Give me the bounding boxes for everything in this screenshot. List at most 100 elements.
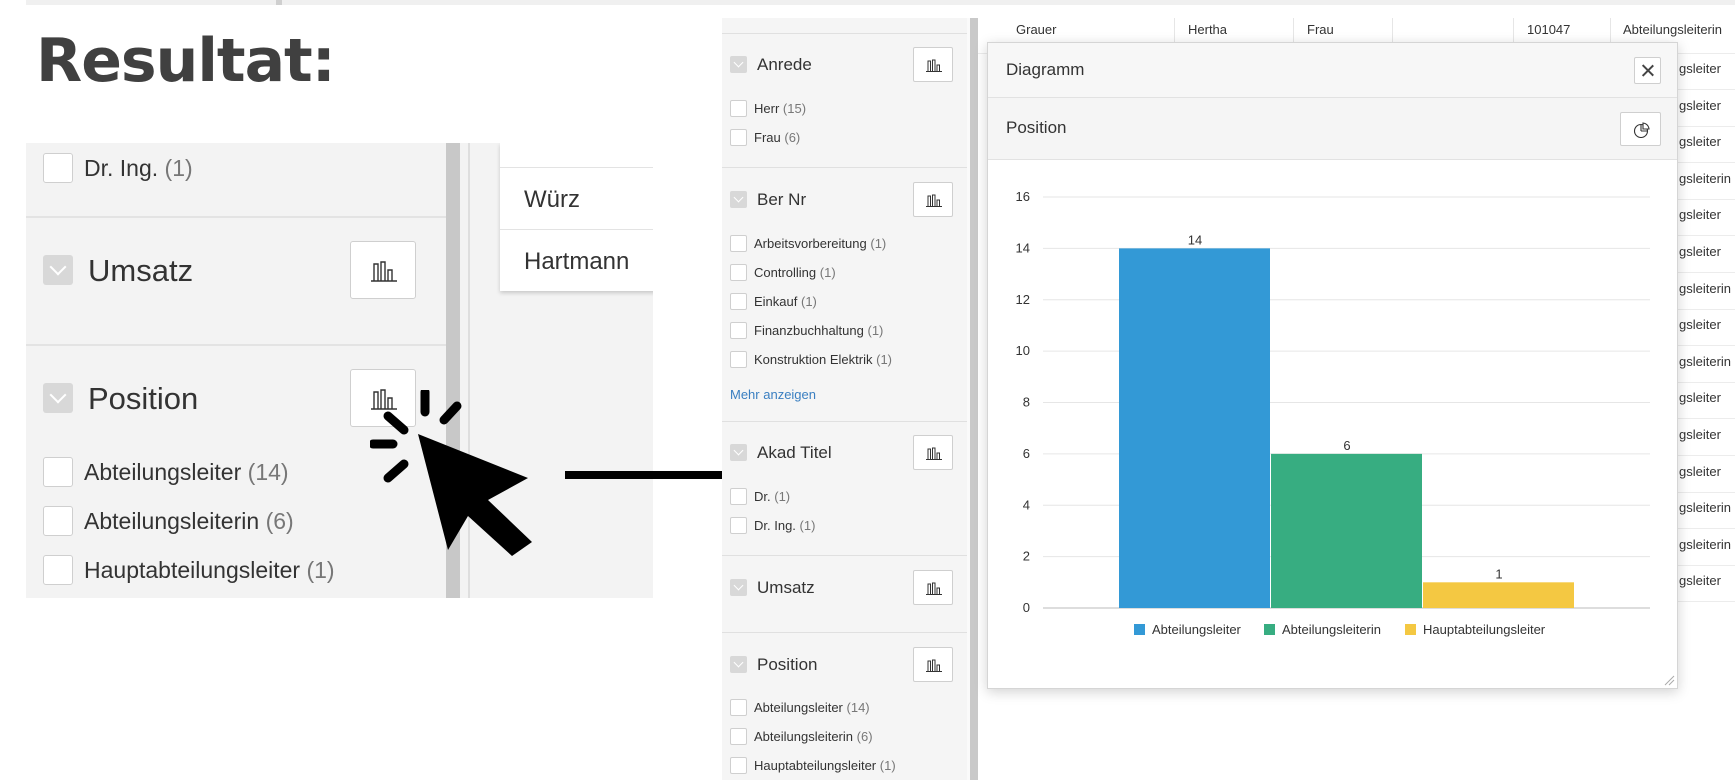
panel-scrollbar[interactable]	[970, 18, 978, 780]
chart-dialog: Diagramm Position 0 2 4 6 8 10 12 14 16 14 6 1 Abtei…	[987, 42, 1678, 689]
zoom-checkbox-abteilungsleiter[interactable]	[43, 457, 73, 487]
zoom-checkbox-dr-ing[interactable]	[43, 153, 73, 183]
option-count: (6)	[856, 729, 873, 744]
zoom-card-wurz[interactable]: Würz	[500, 167, 653, 229]
checkbox-einkauf[interactable]	[730, 293, 747, 310]
option-count: (1)	[870, 236, 887, 251]
chart-button-ber-nr[interactable]	[913, 182, 953, 217]
option-label: Frau	[754, 130, 781, 145]
checkbox-frau[interactable]	[730, 129, 747, 146]
checkbox-dr[interactable]	[730, 488, 747, 505]
collapse-anrede[interactable]	[730, 56, 747, 73]
checkbox-konstruktion-elektrik[interactable]	[730, 351, 747, 368]
option-label: Konstruktion Elektrik	[754, 352, 873, 367]
checkbox-dr-ing[interactable]	[730, 517, 747, 534]
top-strip-tick	[276, 0, 282, 5]
cell-position: gsleiter	[1677, 91, 1735, 127]
option-label: Controlling	[754, 265, 817, 280]
y-tick-label: 14	[1016, 240, 1030, 255]
bar-chart-icon	[371, 261, 397, 282]
bar-chart-icon	[926, 582, 942, 595]
chart-button-anrede[interactable]	[913, 47, 953, 82]
option-label: Abteilungsleiter	[84, 459, 242, 485]
checkbox-hauptabteilungsleiter[interactable]	[730, 757, 747, 774]
option-label: Dr. Ing.	[754, 518, 796, 533]
dialog-header: Diagramm	[988, 43, 1677, 98]
zoom-facet-title-umsatz: Umsatz	[88, 253, 194, 288]
zoom-checkbox-abteilungsleiterin[interactable]	[43, 506, 73, 536]
checkbox-abteilungsleiterin[interactable]	[730, 728, 747, 745]
chart-button-position[interactable]	[913, 647, 953, 682]
page-title: Resultat:	[36, 26, 336, 96]
chart-button-akad-titel[interactable]	[913, 435, 953, 470]
facet-title-position: Position	[757, 655, 818, 674]
cell-first-name: Hertha	[1188, 22, 1228, 37]
option-count: (1)	[867, 323, 884, 338]
pie-chart-button[interactable]	[1620, 112, 1661, 146]
checkbox-arbeitsvorbereitung[interactable]	[730, 235, 747, 252]
show-more-link[interactable]: Mehr anzeigen	[730, 387, 816, 402]
y-tick-label: 10	[1016, 343, 1030, 358]
zoom-chart-button-umsatz[interactable]	[350, 241, 416, 299]
legend-label: Abteilungsleiter	[1152, 622, 1242, 637]
bar-hauptabteilungsleiter	[1423, 582, 1574, 608]
collapse-ber-nr[interactable]	[730, 191, 747, 208]
facet-panel: Anrede Herr (15) Frau (6) Ber Nr Arbeits…	[722, 18, 967, 780]
zoom-option-hauptabteilungsleiter: Hauptabteilungsleiter (1)	[84, 557, 335, 584]
legend-swatch	[1134, 624, 1145, 635]
y-tick-label: 4	[1023, 497, 1030, 512]
option-label: Finanzbuchhaltung	[754, 323, 864, 338]
close-icon[interactable]	[1634, 57, 1661, 84]
collapse-position[interactable]	[730, 656, 747, 673]
collapse-umsatz[interactable]	[730, 579, 747, 596]
cell-position: gsleiter	[1677, 457, 1735, 493]
cell-position: gsleiterin	[1677, 347, 1735, 383]
checkbox-controlling[interactable]	[730, 264, 747, 281]
cell-position: gsleiterin	[1677, 274, 1735, 310]
option-count: (1)	[306, 557, 335, 583]
cell-name: Grauer	[1016, 22, 1057, 37]
option-dr-ing: Dr. Ing. (1)	[754, 518, 815, 533]
option-controlling: Controlling (1)	[754, 265, 836, 280]
option-count: (1)	[799, 518, 816, 533]
option-dr: Dr. (1)	[754, 489, 790, 504]
divider	[26, 344, 446, 346]
cell-position: Abteilungsleiterin	[1623, 22, 1723, 37]
y-tick-label: 2	[1023, 549, 1030, 564]
bar-chart-icon	[926, 59, 942, 72]
bar-chart: 0 2 4 6 8 10 12 14 16 14 6 1 Abteilungsleiter Abteilu…	[1016, 189, 1650, 637]
option-count: (14)	[846, 700, 870, 715]
zoom-checkbox-hauptabteilungsleiter[interactable]	[43, 555, 73, 585]
option-label: Herr	[754, 101, 780, 116]
cell-position: gsleiter	[1677, 200, 1735, 237]
data-label: 6	[1343, 438, 1350, 453]
cell-position: gsleiter	[1677, 237, 1735, 273]
cell-position: gsleiter	[1677, 566, 1735, 603]
click-cursor-icon	[370, 390, 532, 556]
option-label: Abteilungsleiterin	[754, 729, 854, 744]
divider	[722, 555, 967, 556]
checkbox-herr[interactable]	[730, 100, 747, 117]
collapse-akad-titel[interactable]	[730, 444, 747, 461]
option-count: (6)	[784, 130, 801, 145]
y-tick-label: 0	[1023, 600, 1030, 615]
bar-abteilungsleiterin	[1271, 453, 1422, 608]
pie-chart-icon	[1633, 122, 1650, 138]
cell-position: gsleiter	[1677, 420, 1735, 456]
checkbox-finanzbuchhaltung[interactable]	[730, 322, 747, 339]
data-label: 14	[1188, 232, 1202, 247]
zoom-collapse-position[interactable]	[43, 383, 73, 413]
option-label: Einkauf	[754, 294, 798, 309]
resize-handle-icon[interactable]	[1664, 675, 1675, 686]
option-konstruktion-elektrik: Konstruktion Elektrik (1)	[754, 352, 892, 367]
option-count: (1)	[801, 294, 817, 309]
option-herr: Herr (15)	[754, 101, 806, 116]
option-label: Arbeitsvorbereitung	[754, 236, 867, 251]
option-arbeitsvorbereitung: Arbeitsvorbereitung (1)	[754, 236, 886, 251]
zoom-collapse-umsatz[interactable]	[43, 255, 73, 285]
chart-button-umsatz[interactable]	[913, 570, 953, 605]
option-count: (14)	[247, 459, 289, 485]
option-count: (1)	[876, 352, 893, 367]
zoom-card-hartmann[interactable]: Hartmann	[500, 229, 653, 291]
checkbox-abteilungsleiter[interactable]	[730, 699, 747, 716]
